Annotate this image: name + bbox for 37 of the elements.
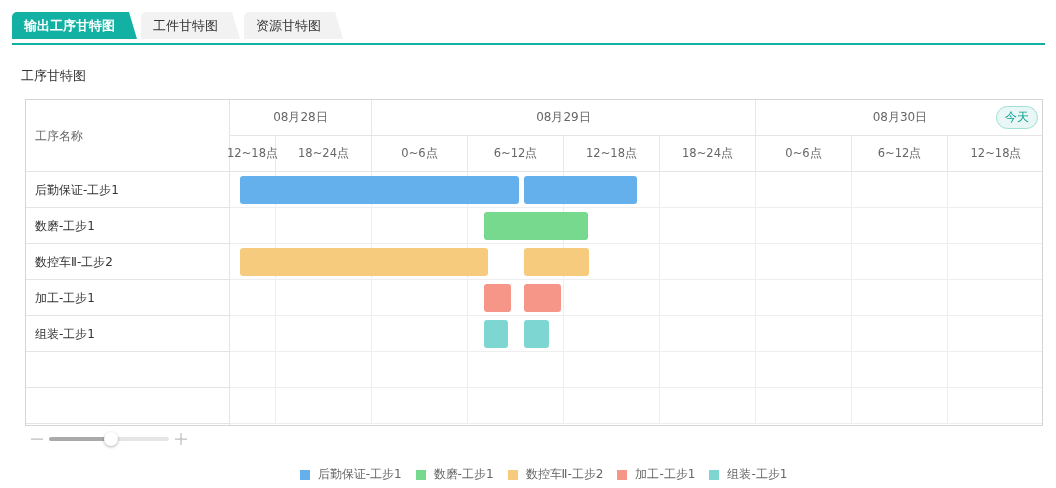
- table-cell: 后勤保证-工步1: [26, 172, 229, 208]
- time-slot-label: 6~12点: [877, 146, 922, 161]
- tab[interactable]: 工件甘特图: [141, 12, 240, 39]
- time-slot-label: 6~12点: [493, 146, 538, 161]
- time-slot-label: 12~18点: [227, 146, 278, 161]
- date-label: 08月29日: [536, 109, 591, 126]
- zoom-in-icon[interactable]: [175, 433, 187, 445]
- legend-label: 组装-工步1: [727, 466, 788, 483]
- legend-label: 数控车Ⅱ-工步2: [525, 466, 604, 483]
- task-bar[interactable]: [484, 284, 511, 312]
- task-bar[interactable]: [524, 176, 637, 204]
- section-title: 工序甘特图: [21, 67, 87, 85]
- table-cell: 数磨-工步1: [26, 208, 229, 244]
- tab[interactable]: 资源甘特图: [244, 12, 343, 39]
- task-bar[interactable]: [524, 284, 561, 312]
- table-cell: 数控车Ⅱ-工步2: [26, 244, 229, 280]
- task-bar[interactable]: [484, 212, 588, 240]
- table-cell: 加工-工步1: [26, 280, 229, 316]
- time-slot-label: 18~24点: [682, 146, 733, 161]
- task-bar[interactable]: [484, 320, 508, 348]
- time-slot-label: 0~6点: [785, 146, 822, 161]
- table-cell: 组装-工步1: [26, 316, 229, 352]
- legend-label: 后勤保证-工步1: [317, 466, 402, 483]
- column-header: 工序名称: [26, 100, 229, 172]
- legend-label: 数磨-工步1: [433, 466, 494, 483]
- date-label: 08月28日: [273, 109, 328, 126]
- time-slot-label: 18~24点: [298, 146, 349, 161]
- task-bar[interactable]: [524, 248, 589, 276]
- legend-label: 加工-工步1: [635, 466, 696, 483]
- slider-thumb[interactable]: [104, 432, 119, 446]
- time-slot-label: 0~6点: [401, 146, 438, 161]
- time-slot-label: 12~18点: [970, 146, 1022, 161]
- time-slot-label: 12~18点: [586, 146, 637, 161]
- task-bar[interactable]: [524, 320, 549, 348]
- task-bar[interactable]: [240, 176, 519, 204]
- date-label: 08月30日: [872, 109, 928, 126]
- task-bar[interactable]: [240, 248, 488, 276]
